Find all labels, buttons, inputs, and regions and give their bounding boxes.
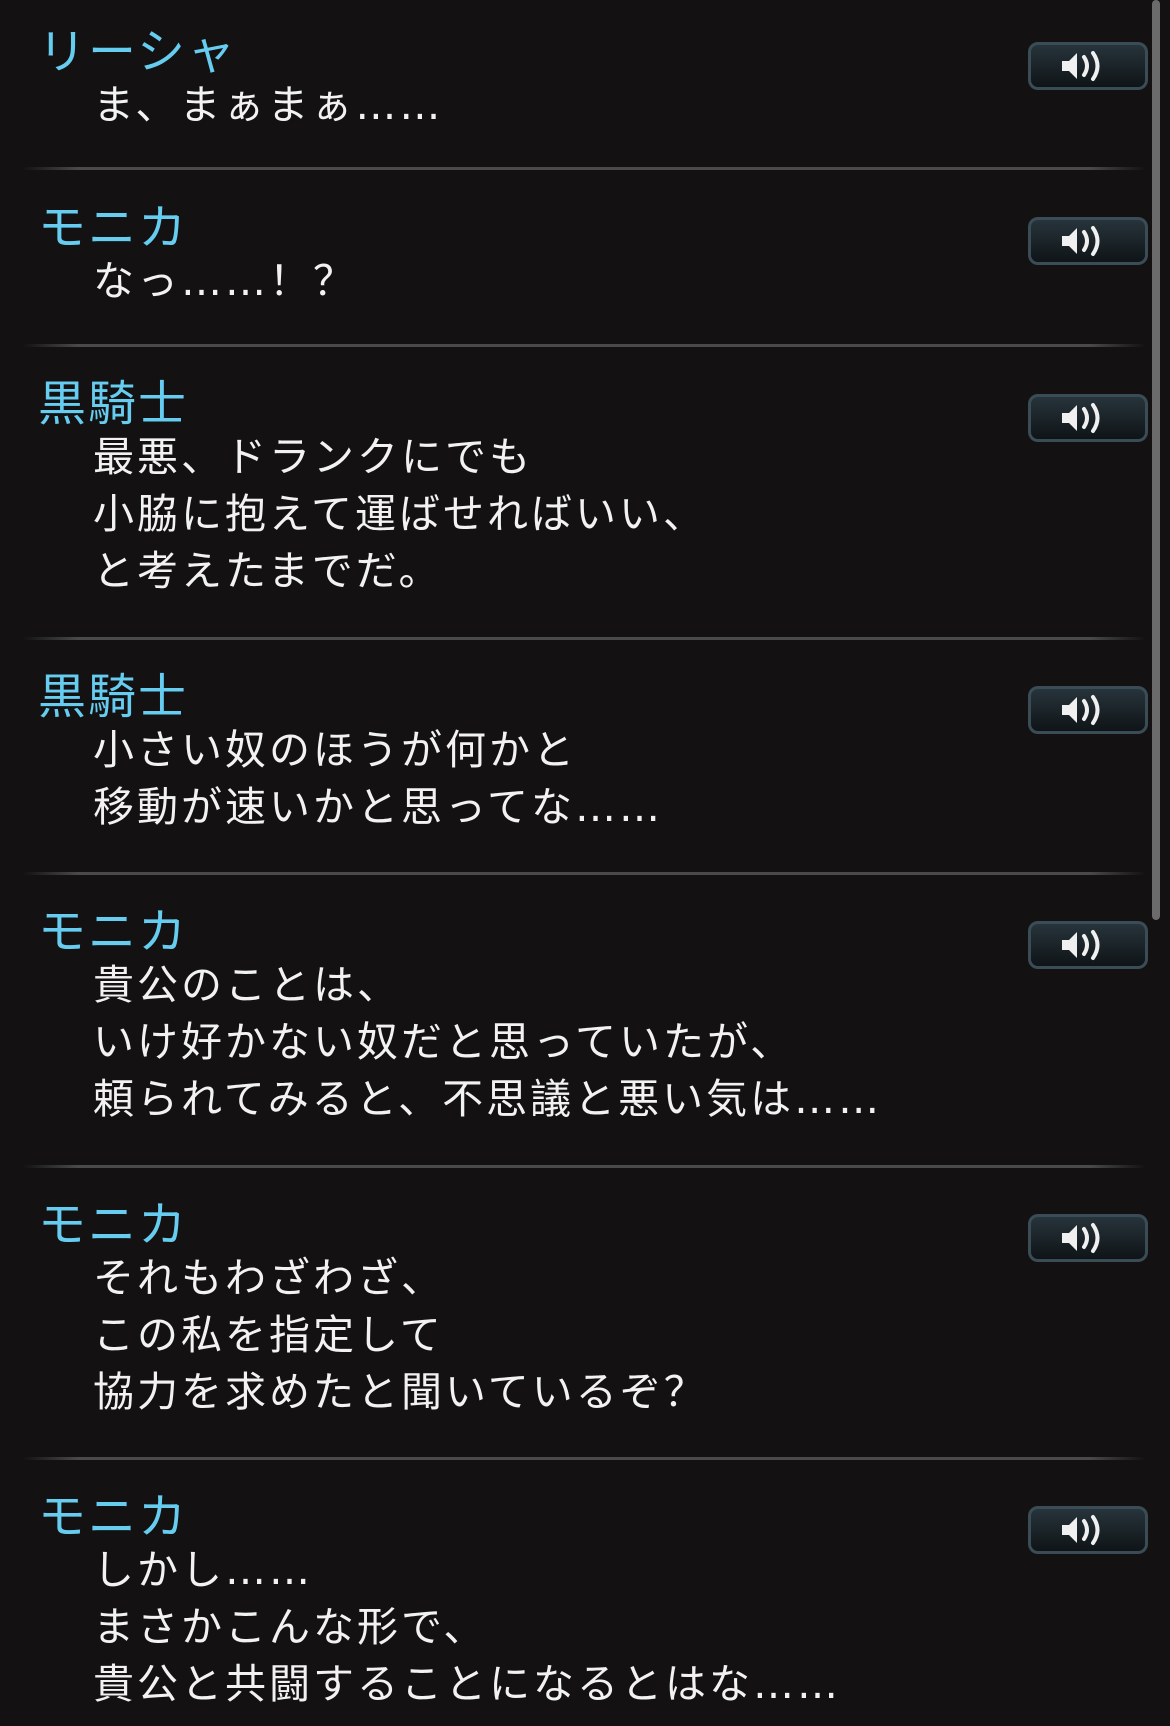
entry-divider <box>22 344 1146 347</box>
speaker-volume-icon <box>1062 1515 1100 1545</box>
speaker-name: モニカ <box>38 200 189 256</box>
voice-play-button[interactable] <box>1028 42 1148 90</box>
dialogue-line: 貴公と共闘することになるとはな…… <box>93 1660 841 1708</box>
voice-play-button[interactable] <box>1028 1506 1148 1554</box>
speaker-name: モニカ <box>38 904 189 960</box>
entry-divider <box>22 1165 1146 1168</box>
scrollbar-thumb[interactable] <box>1152 0 1160 920</box>
dialogue-line: 協力を求めたと聞いているぞ？ <box>93 1368 708 1416</box>
speaker-volume-icon <box>1062 930 1100 960</box>
voice-play-button[interactable] <box>1028 921 1148 969</box>
voice-play-button[interactable] <box>1028 1214 1148 1262</box>
dialogue-line: 移動が速いかと思ってな…… <box>93 783 663 831</box>
dialogue-line: しかし…… <box>93 1546 313 1594</box>
entry-divider <box>22 637 1146 640</box>
entry-divider <box>22 1457 1146 1460</box>
dialogue-line: この私を指定して <box>93 1311 444 1359</box>
dialogue-line: 最悪、ドランクにでも <box>93 433 533 481</box>
dialogue-line: それもわざわざ、 <box>93 1254 445 1302</box>
dialogue-line: 小さい奴のほうが何かと <box>93 726 577 774</box>
speaker-volume-icon <box>1062 695 1100 725</box>
speaker-volume-icon <box>1062 51 1100 81</box>
dialogue-line: と考えたまでだ。 <box>93 547 443 595</box>
speaker-volume-icon <box>1062 226 1100 256</box>
voice-play-button[interactable] <box>1028 394 1148 442</box>
speaker-name: 黒騎士 <box>38 376 189 432</box>
speaker-volume-icon <box>1062 1223 1100 1253</box>
dialogue-line: 貴公のことは、 <box>93 961 401 1009</box>
dialogue-line: なっ……！？ <box>93 257 357 305</box>
dialogue-line: 小脇に抱えて運ばせればいい、 <box>93 490 707 538</box>
speaker-name: モニカ <box>38 1197 189 1253</box>
dialogue-line: いけ好かない奴だと思っていたが、 <box>93 1018 795 1066</box>
speaker-volume-icon <box>1062 403 1100 433</box>
voice-play-button[interactable] <box>1028 686 1148 734</box>
entry-divider <box>22 167 1146 170</box>
dialogue-line: 頼られてみると、不思議と悪い気は…… <box>93 1075 883 1123</box>
speaker-name: モニカ <box>38 1489 189 1545</box>
dialogue-log[interactable]: リーシャ ま、まぁまぁ…… モニカ なっ……！？ 黒騎士 最悪、ドランクにでも … <box>0 0 1170 1726</box>
dialogue-line: ま、まぁまぁ…… <box>93 81 444 129</box>
speaker-name: 黒騎士 <box>38 669 189 725</box>
dialogue-line: まさかこんな形で、 <box>93 1603 488 1651</box>
entry-divider <box>22 872 1146 875</box>
voice-play-button[interactable] <box>1028 217 1148 265</box>
speaker-name: リーシャ <box>38 24 238 80</box>
